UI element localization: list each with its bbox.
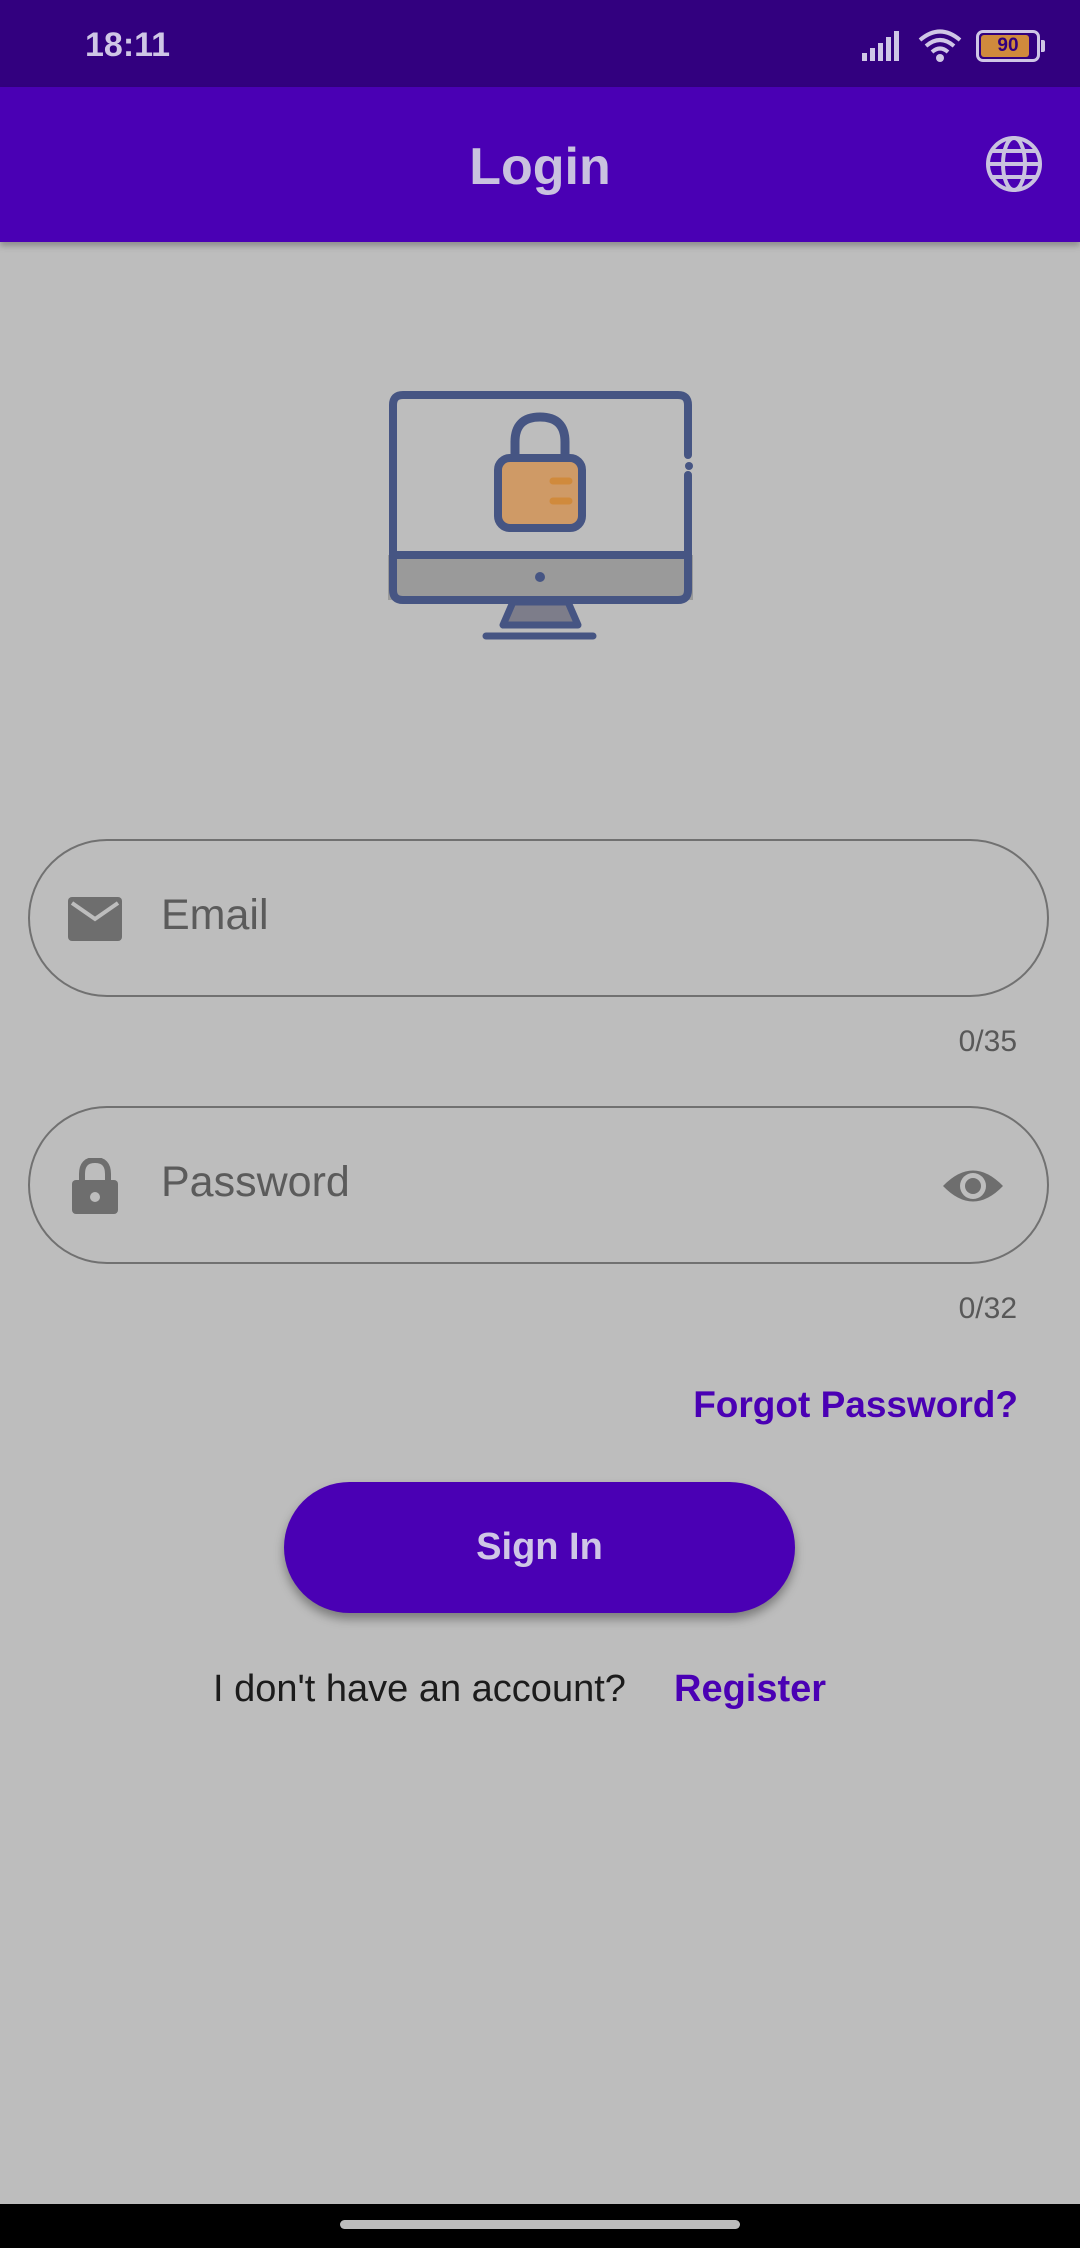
monitor-lock-illustration <box>388 391 693 640</box>
battery-icon: 90 <box>976 30 1045 62</box>
globe-icon[interactable] <box>984 134 1044 194</box>
page-title: Login <box>469 138 611 196</box>
signal-icon <box>862 31 899 61</box>
status-time: 18:11 <box>85 26 171 64</box>
password-placeholder[interactable]: Password <box>161 1158 350 1207</box>
wifi-icon <box>918 29 962 62</box>
no-account-text: I don't have an account? <box>213 1668 626 1710</box>
password-char-counter: 0/32 <box>958 1292 1017 1325</box>
sign-in-button[interactable]: Sign In <box>284 1482 795 1613</box>
home-indicator[interactable] <box>340 2220 740 2229</box>
status-bar: 18:11 90 <box>0 0 1080 87</box>
sign-in-label: Sign In <box>476 1526 603 1568</box>
app-bar: Login <box>0 87 1080 242</box>
navigation-bar <box>0 2204 1080 2248</box>
forgot-password-link[interactable]: Forgot Password? <box>693 1384 1018 1426</box>
email-char-counter: 0/35 <box>958 1025 1017 1058</box>
password-field[interactable]: Password <box>28 1106 1049 1264</box>
status-icons: 90 <box>862 28 1045 64</box>
email-field[interactable]: Email <box>28 839 1049 997</box>
battery-level: 90 <box>997 35 1019 56</box>
mail-icon <box>68 897 122 941</box>
eye-icon[interactable] <box>941 1163 1005 1209</box>
lock-icon <box>72 1158 118 1214</box>
email-placeholder[interactable]: Email <box>161 891 269 940</box>
register-link[interactable]: Register <box>674 1668 826 1711</box>
